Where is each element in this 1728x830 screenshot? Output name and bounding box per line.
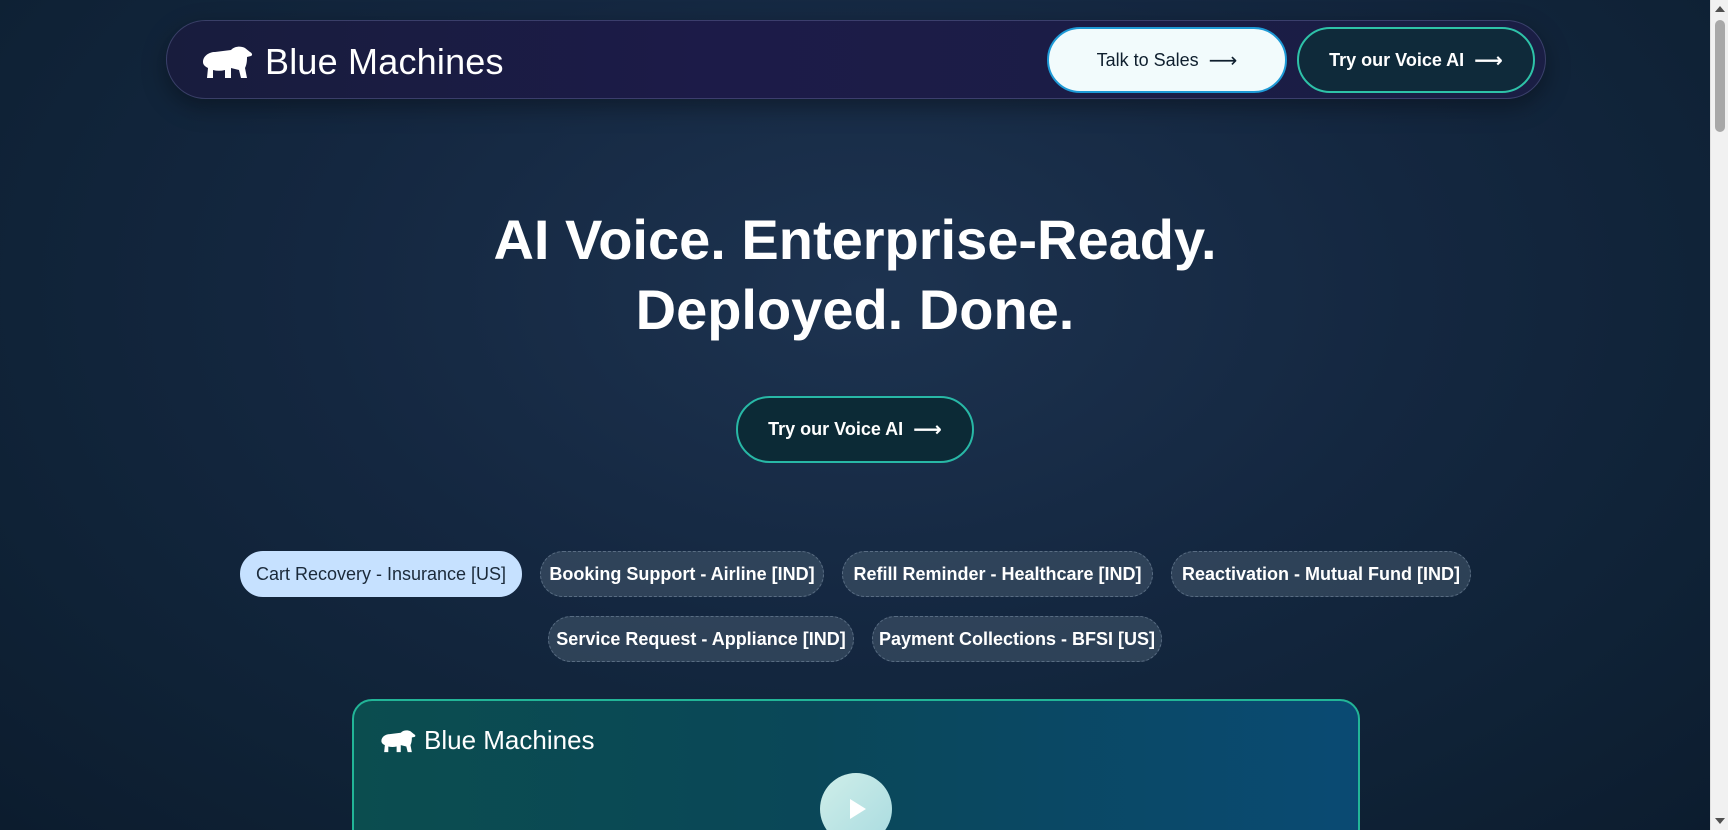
scrollbar-thumb[interactable] xyxy=(1715,20,1725,132)
site-header: Blue Machines Talk to Sales ⟶ Try our Vo… xyxy=(166,20,1546,99)
scroll-up-icon[interactable] xyxy=(1715,6,1725,12)
arrow-right-icon: ⟶ xyxy=(1474,49,1503,72)
talk-to-sales-button[interactable]: Talk to Sales ⟶ xyxy=(1047,27,1287,93)
arrow-right-icon: ⟶ xyxy=(913,419,942,441)
try-voice-ai-header-button[interactable]: Try our Voice AI ⟶ xyxy=(1297,27,1535,93)
brand-logo[interactable]: Blue Machines xyxy=(201,41,504,83)
scroll-down-icon[interactable] xyxy=(1715,818,1725,824)
page: Blue Machines Talk to Sales ⟶ Try our Vo… xyxy=(0,0,1710,830)
demo-video-card: Blue Machines xyxy=(352,699,1360,830)
play-button[interactable] xyxy=(820,773,892,830)
brand-name: Blue Machines xyxy=(265,41,504,82)
vertical-scrollbar[interactable] xyxy=(1710,0,1728,830)
talk-to-sales-label: Talk to Sales xyxy=(1096,49,1199,70)
hero-title-line-2: Deployed. Done. xyxy=(635,278,1075,341)
polar-bear-icon xyxy=(203,46,253,78)
arrow-right-icon: ⟶ xyxy=(1208,49,1238,72)
chip-reactivation-mutual-fund[interactable]: Reactivation - Mutual Fund [IND] xyxy=(1171,551,1471,597)
hero-title-line-1: AI Voice. Enterprise-Ready. xyxy=(493,208,1217,271)
hero-title: AI Voice. Enterprise-Ready. Deployed. Do… xyxy=(0,205,1710,345)
chip-service-request-appliance[interactable]: Service Request - Appliance [IND] xyxy=(548,616,854,662)
play-icon xyxy=(850,799,866,819)
polar-bear-icon xyxy=(381,729,416,752)
chip-booking-support-airline[interactable]: Booking Support - Airline [IND] xyxy=(540,551,824,597)
video-card-brand: Blue Machines xyxy=(380,725,595,756)
chip-refill-reminder-healthcare[interactable]: Refill Reminder - Healthcare [IND] xyxy=(842,551,1153,597)
chip-payment-collections-bfsi[interactable]: Payment Collections - BFSI [US] xyxy=(872,616,1162,662)
try-voice-ai-hero-button[interactable]: Try our Voice AI ⟶ xyxy=(736,396,974,463)
video-card-brand-name: Blue Machines xyxy=(424,725,595,755)
try-voice-ai-label: Try our Voice AI xyxy=(1329,49,1465,70)
chip-cart-recovery-insurance[interactable]: Cart Recovery - Insurance [US] xyxy=(240,551,522,597)
try-voice-ai-label: Try our Voice AI xyxy=(768,419,904,439)
